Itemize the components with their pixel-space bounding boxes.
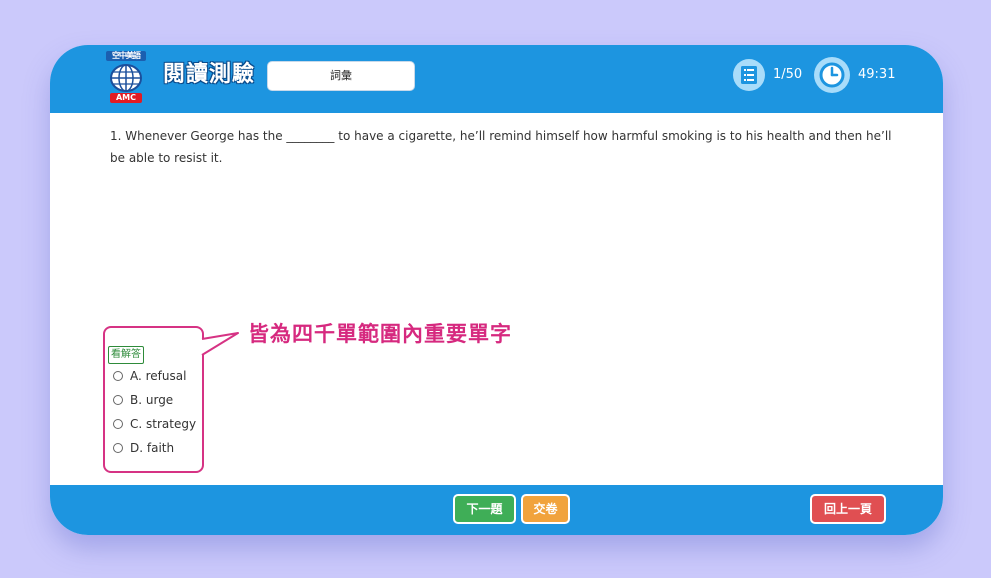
- progress-counter: 1/50: [773, 67, 803, 82]
- option-b[interactable]: B. urge: [113, 390, 173, 410]
- category-field[interactable]: 詞彙: [267, 61, 415, 91]
- question-list-button[interactable]: [733, 59, 765, 91]
- logo-top-text: 空中美語: [106, 51, 146, 61]
- footer-bar: 下一題 交卷 回上一頁: [50, 485, 943, 535]
- option-c[interactable]: C. strategy: [113, 414, 196, 434]
- option-a[interactable]: A. refusal: [113, 366, 186, 386]
- timer-text: 49:31: [858, 67, 896, 82]
- callout-annotation: 皆為四千單範圍內重要單字: [248, 322, 512, 346]
- quiz-window: 空中美語 AMC 閱讀測驗 詞彙 1/50 49:31 1. Whenever …: [50, 45, 943, 535]
- question-text: 1. Whenever George has the ________ to h…: [110, 129, 892, 165]
- option-d[interactable]: D. faith: [113, 438, 174, 458]
- back-button[interactable]: 回上一頁: [810, 494, 886, 524]
- timer-badge: [814, 57, 850, 93]
- option-d-label: D. faith: [130, 441, 175, 455]
- next-question-button[interactable]: 下一題: [453, 494, 516, 524]
- clock-icon: [819, 62, 845, 88]
- page-title: 閱讀測驗: [163, 62, 256, 87]
- submit-button[interactable]: 交卷: [521, 494, 570, 524]
- radio-d[interactable]: [113, 442, 123, 453]
- logo-bottom-text: AMC: [110, 93, 142, 103]
- option-c-label: C. strategy: [130, 417, 197, 431]
- callout-pointer: [201, 332, 239, 356]
- show-answer-button[interactable]: 看解答: [108, 346, 144, 364]
- radio-a[interactable]: [113, 370, 123, 381]
- option-a-label: A. refusal: [130, 369, 187, 383]
- option-b-label: B. urge: [130, 393, 174, 407]
- list-icon: [741, 66, 757, 84]
- amc-logo: 空中美語 AMC: [106, 51, 146, 105]
- radio-c[interactable]: [113, 418, 123, 429]
- radio-b[interactable]: [113, 394, 123, 405]
- header-bar: 空中美語 AMC 閱讀測驗 詞彙 1/50 49:31: [50, 45, 943, 113]
- globe-icon: [110, 64, 142, 92]
